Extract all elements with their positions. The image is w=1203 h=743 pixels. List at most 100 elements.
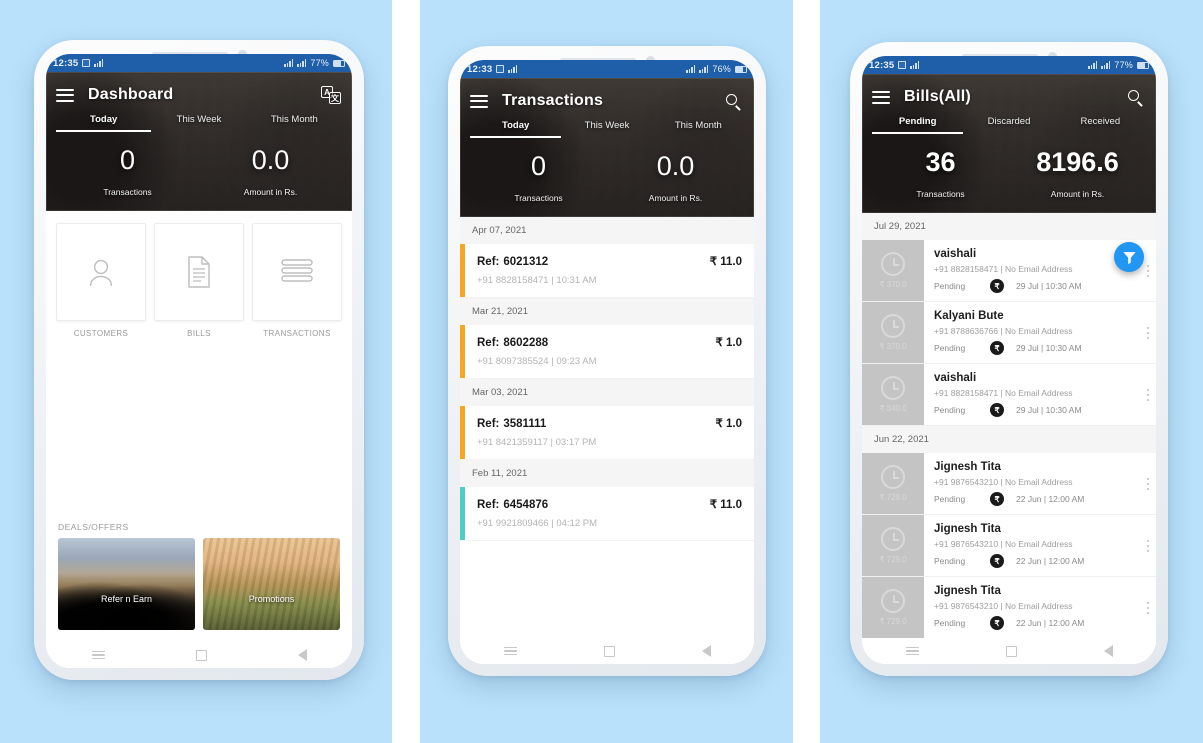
phone-screen-3: 12:35 77% Bills(All) Pending Discarded R… bbox=[862, 56, 1156, 664]
stat-amount: 0.0 Amount in Rs. bbox=[199, 146, 342, 198]
bill-status: Pending bbox=[934, 405, 966, 416]
stat-amount-value: 0.0 bbox=[656, 151, 695, 181]
recents-icon[interactable] bbox=[905, 646, 919, 656]
tab-today[interactable]: Today bbox=[470, 120, 562, 138]
transaction-row[interactable]: Ref: 6454876 ₹ 11.0 +91 9921809466 | 04:1… bbox=[460, 487, 754, 542]
translate-icon[interactable]: A 文 bbox=[320, 84, 342, 106]
filter-fab[interactable] bbox=[1114, 242, 1144, 272]
tab-today[interactable]: Today bbox=[56, 114, 152, 132]
bill-thumbnail: ₹ 370.0 bbox=[862, 302, 924, 364]
tab-this-month[interactable]: This Month bbox=[653, 120, 744, 138]
dashboard-body: CUSTOMERS BILLS TRANSACTIONS DEALS/OFFER… bbox=[46, 211, 352, 642]
date-header: Apr 07, 2021 bbox=[460, 217, 754, 245]
tab-this-week[interactable]: This Week bbox=[151, 114, 246, 132]
stat-amount-label: Amount in Rs. bbox=[1050, 189, 1105, 200]
phone-screen-2: 12:33 76% Transactions Today This Week T… bbox=[460, 60, 754, 664]
more-options-icon[interactable] bbox=[1140, 302, 1156, 363]
more-options-icon[interactable] bbox=[1140, 577, 1156, 638]
more-options-icon[interactable] bbox=[1140, 453, 1156, 514]
transactions-list[interactable]: Apr 07, 2021 Ref: 6021312 ₹ 11.0 +91 8828… bbox=[460, 217, 754, 638]
home-icon[interactable] bbox=[195, 649, 207, 661]
tab-this-week[interactable]: This Week bbox=[561, 120, 652, 138]
hamburger-icon[interactable] bbox=[470, 94, 488, 108]
currency-badge-icon: ₹ bbox=[990, 341, 1004, 356]
battery-icon bbox=[735, 65, 747, 73]
dashboard-hero: Dashboard A 文 Today This Week This Month… bbox=[46, 72, 352, 212]
tab-discarded[interactable]: Discarded bbox=[963, 116, 1054, 134]
tab-received[interactable]: Received bbox=[1055, 116, 1146, 134]
transaction-row[interactable]: Ref: 8602288 ₹ 1.0 +91 8097385524 | 09:23… bbox=[460, 325, 754, 380]
bill-status: Pending bbox=[934, 494, 966, 505]
person-icon bbox=[89, 260, 113, 287]
bill-contact: +91 8828158471 | No Email Address bbox=[934, 388, 1073, 399]
bill-customer-name: Jignesh Tita bbox=[934, 585, 1001, 598]
recents-icon[interactable] bbox=[503, 646, 517, 656]
clock-icon bbox=[881, 527, 905, 552]
bill-row[interactable]: ₹ 729.0 Jignesh Tita +91 9876543210 | No… bbox=[862, 515, 1156, 578]
signal-icon bbox=[910, 61, 920, 69]
bill-contact: +91 8828158471 | No Email Address bbox=[934, 264, 1073, 275]
bill-date: 22 Jun | 12:00 AM bbox=[1016, 618, 1085, 629]
deal-card-promotions[interactable]: Promotions bbox=[203, 538, 340, 630]
bill-thumb-amount: ₹ 729.0 bbox=[879, 555, 907, 565]
transactions-hero: Transactions Today This Week This Month bbox=[460, 78, 754, 218]
shortcut-card-labels: CUSTOMERS BILLS TRANSACTIONS bbox=[46, 321, 352, 338]
transaction-row[interactable]: Ref: 6021312 ₹ 11.0 +91 8828158471 | 10:3… bbox=[460, 244, 754, 299]
deal-card-refer-n-earn[interactable]: Refer n Earn bbox=[58, 538, 195, 630]
tab-pending[interactable]: Pending bbox=[872, 116, 964, 134]
search-icon[interactable] bbox=[722, 90, 744, 112]
app-bar-2: Transactions bbox=[470, 86, 744, 116]
phone-screen-1: 12:35 77% Dashboard A 文 Today This Week … bbox=[46, 54, 352, 668]
search-icon[interactable] bbox=[1124, 86, 1146, 108]
list-lines-icon bbox=[281, 259, 313, 283]
status-bar-3: 12:35 77% bbox=[862, 56, 1156, 74]
clock-icon bbox=[881, 589, 905, 614]
stats-row-2: 0 Transactions 0.0 Amount in Rs. bbox=[470, 151, 744, 204]
calendar-icon bbox=[898, 61, 907, 69]
more-options-icon[interactable] bbox=[1140, 515, 1156, 576]
shortcut-card-customers[interactable] bbox=[56, 223, 146, 322]
period-tabs-1: Today This Week This Month bbox=[56, 114, 342, 132]
status-tabs-3: Pending Discarded Received bbox=[872, 116, 1146, 134]
transaction-amount: ₹ 1.0 bbox=[715, 418, 743, 431]
hamburger-icon[interactable] bbox=[56, 88, 74, 102]
page-title: Transactions bbox=[502, 92, 604, 109]
transaction-subtitle: +91 9921809466 | 04:12 PM bbox=[477, 518, 598, 530]
stat-transactions-value: 36 bbox=[925, 147, 956, 177]
hamburger-icon[interactable] bbox=[872, 90, 890, 104]
transaction-subtitle: +91 8097385524 | 09:23 AM bbox=[477, 356, 597, 368]
period-tabs-2: Today This Week This Month bbox=[470, 120, 744, 138]
shortcut-card-transactions[interactable] bbox=[252, 223, 342, 322]
transaction-row[interactable]: Ref: 3581111 ₹ 1.0 +91 8421359117 | 03:17… bbox=[460, 406, 754, 461]
document-icon bbox=[188, 256, 210, 289]
tab-this-month[interactable]: This Month bbox=[247, 114, 342, 132]
home-icon[interactable] bbox=[1005, 645, 1017, 657]
back-icon[interactable] bbox=[701, 645, 711, 657]
page-title: Bills(All) bbox=[904, 88, 971, 105]
bill-row[interactable]: ₹ 729.0 Jignesh Tita +91 9876543210 | No… bbox=[862, 577, 1156, 638]
status-bar-1: 12:35 77% bbox=[46, 54, 352, 72]
bill-row[interactable]: ₹ 340.0 vaishali +91 8828158471 | No Ema… bbox=[862, 364, 1156, 427]
bill-contact: +91 9876543210 | No Email Address bbox=[934, 477, 1073, 488]
bill-row[interactable]: ₹ 370.0 Kalyani Bute +91 8788636766 | No… bbox=[862, 302, 1156, 365]
shortcut-label-transactions: TRANSACTIONS bbox=[263, 329, 331, 339]
stat-amount-value: 8196.6 bbox=[1036, 147, 1119, 177]
bill-contact: +91 9876543210 | No Email Address bbox=[934, 539, 1073, 550]
more-options-icon[interactable] bbox=[1140, 364, 1156, 425]
home-icon[interactable] bbox=[603, 645, 615, 657]
bill-row[interactable]: ₹ 370.0 vaishali +91 8828158471 | No Ema… bbox=[862, 240, 1156, 303]
status-bar-2: 12:33 76% bbox=[460, 60, 754, 78]
transaction-ref: Ref: 6021312 bbox=[477, 256, 549, 269]
bill-thumb-amount: ₹ 729.0 bbox=[879, 617, 907, 627]
clock-icon bbox=[881, 252, 905, 277]
back-icon[interactable] bbox=[1103, 645, 1113, 657]
recents-icon[interactable] bbox=[91, 650, 105, 660]
back-icon[interactable] bbox=[297, 649, 307, 661]
shortcut-card-bills[interactable] bbox=[154, 223, 244, 322]
date-header: Feb 11, 2021 bbox=[460, 460, 754, 488]
bill-row[interactable]: ₹ 729.0 Jignesh Tita +91 9876543210 | No… bbox=[862, 453, 1156, 516]
status-time: 12:33 bbox=[467, 63, 493, 75]
clock-icon bbox=[881, 465, 905, 490]
bills-list[interactable]: Jul 29, 2021 ₹ 370.0 vaishali +91 882815… bbox=[862, 213, 1156, 638]
bill-contact: +91 8788636766 | No Email Address bbox=[934, 326, 1073, 337]
